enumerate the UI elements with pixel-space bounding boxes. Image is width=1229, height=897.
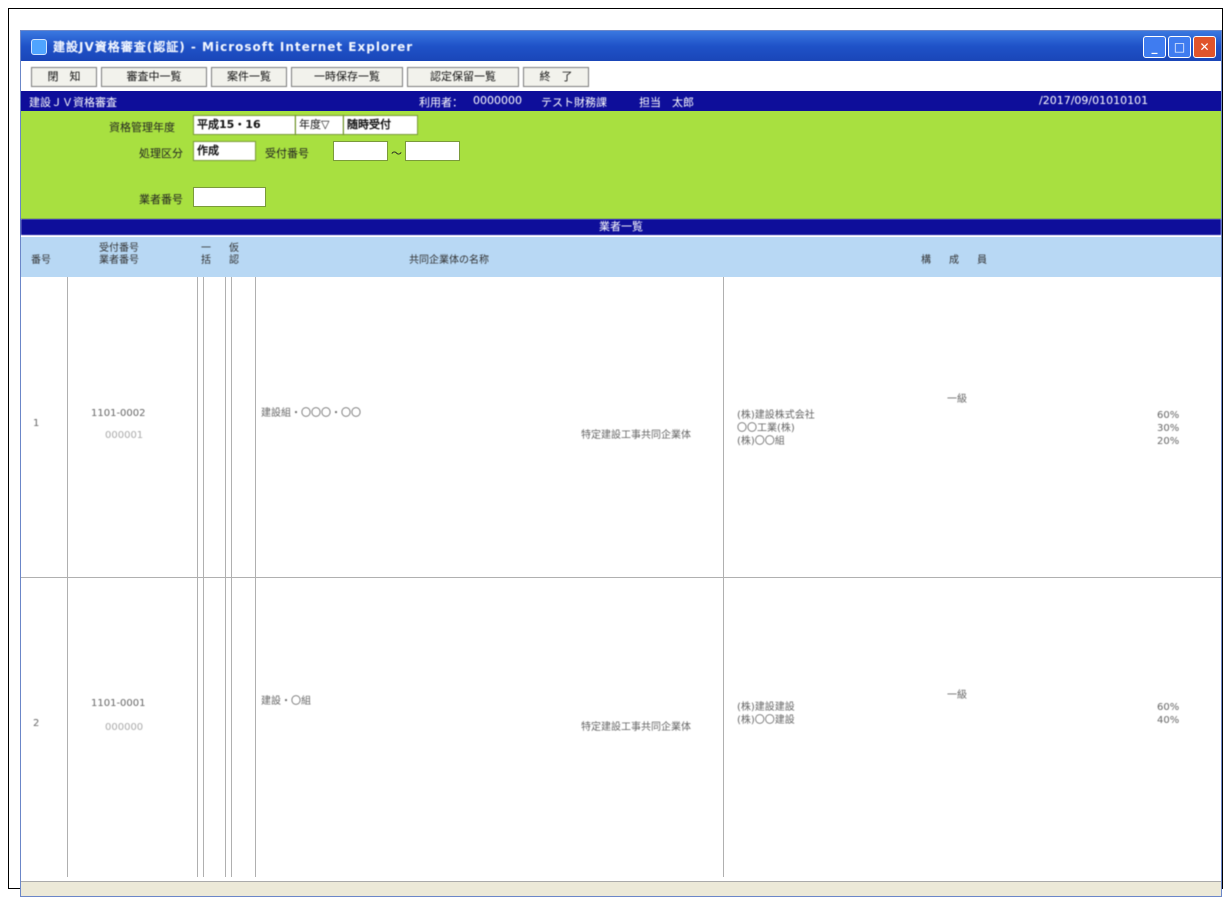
col-members: 構 成 員 [921,255,991,266]
jv-type: 特定建設工事共同企業体 [581,430,691,441]
col-jv-name: 共同企業体の名称 [409,255,489,266]
reception-type: 随時受付 [343,115,418,135]
ratio: 20% [1157,436,1180,447]
year-select[interactable]: 平成15・16 [193,115,296,135]
department: テスト財務課 [541,96,607,109]
section-title: 業者一覧 [21,219,1221,235]
table-body [21,277,1221,886]
row-divider [21,577,1221,578]
title-bar: 建設JV資格審査(認証) - Microsoft Internet Explor… [21,31,1221,61]
member: 〇〇工業(株) [737,423,795,434]
ratio: 60% [1157,702,1180,713]
menu-toolbar: 閉 知 審査中一覧 案件一覧 一時保存一覧 認定保留一覧 終 了 [21,64,1221,88]
grade: 一級 [947,690,967,701]
receipt-label: 受付番号 [265,147,309,160]
receipt-from-input[interactable] [333,141,388,161]
window-title: 建設JV資格審査(認証) - Microsoft Internet Explor… [53,40,414,54]
member: (株)〇〇組 [737,436,785,447]
case-label: 業者番号 [139,193,183,206]
year-label: 資格管理年度 [109,121,175,134]
ratio: 40% [1157,715,1180,726]
close-icon: ✕ [1199,40,1210,54]
receipt-separator: ～ [391,147,402,160]
ratio: 60% [1157,410,1180,421]
maximize-icon: □ [1173,40,1186,54]
maximize-button[interactable]: □ [1168,36,1191,58]
receipt-number: 1101-0001 [91,698,146,709]
user-label: 利用者： [419,96,463,109]
grade: 一級 [947,394,967,405]
temp-saved-list-button[interactable]: 一時保存一覧 [291,67,403,87]
info-bar: 建設ＪＶ資格審査 利用者： 0000000 テスト財務課 担当 太郎 /2017… [21,91,1221,111]
search-filter-panel: 資格管理年度 平成15・16 年度▽ 随時受付 処理区分 作成 受付番号 ～ 業… [21,111,1221,219]
app-name: 建設ＪＶ資格審査 [29,96,117,109]
col-bulk: 一 括 [201,243,211,266]
browser-window: 建設JV資格審査(認証) - Microsoft Internet Explor… [20,30,1222,897]
ie-icon [31,39,47,55]
pending-list-button[interactable]: 認定保留一覧 [407,67,519,87]
case-list-button[interactable]: 案件一覧 [211,67,287,87]
col-no: 番号 [31,255,51,266]
under-review-list-button[interactable]: 審査中一覧 [101,67,207,87]
notice-button[interactable]: 閉 知 [31,67,97,87]
horizontal-scrollbar[interactable] [21,881,1221,896]
user-id: 0000000 [473,94,522,107]
jv-name: 建設・〇組 [261,696,311,707]
exit-button[interactable]: 終 了 [523,67,589,87]
col-receipt: 受付番号 業者番号 [99,243,139,266]
login-datetime: /2017/09/01010101 [1039,94,1149,107]
case-number-input[interactable] [193,187,266,207]
case-number: 000001 [105,430,144,441]
row-number: 2 [33,718,40,729]
member: (株)建設株式会社 [737,410,815,421]
jv-name: 建設組・〇〇〇・〇〇 [261,408,361,419]
receipt-number: 1101-0002 [91,408,146,419]
row-number: 1 [33,418,40,429]
receipt-to-input[interactable] [405,141,460,161]
jv-type: 特定建設工事共同企業体 [581,722,691,733]
user-name: 担当 太郎 [639,96,694,109]
minimize-button[interactable]: _ [1143,36,1166,58]
col-provisional: 仮 認 [229,243,239,266]
process-label: 処理区分 [139,147,183,160]
member: (株)〇〇建設 [737,715,795,726]
table-header: 番号 受付番号 業者番号 一 括 仮 認 共同企業体の名称 構 成 員 [21,237,1221,277]
close-button[interactable]: ✕ [1193,36,1216,58]
case-number: 000000 [105,722,144,733]
ratio: 30% [1157,423,1180,434]
member: (株)建設建設 [737,702,795,713]
year-mode-select[interactable]: 年度▽ [295,115,344,135]
process-select[interactable]: 作成 [193,141,256,161]
minimize-icon: _ [1151,40,1158,54]
